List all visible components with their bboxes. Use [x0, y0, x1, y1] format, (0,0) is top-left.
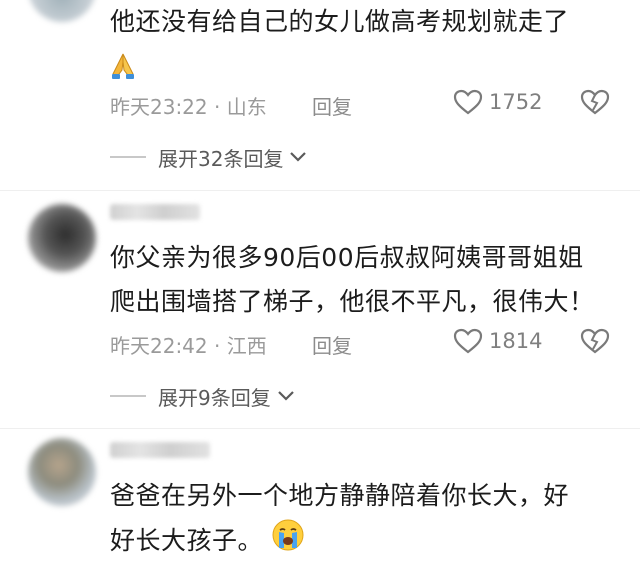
comment-text-line: 你父亲为很多90后00后叔叔阿姨哥哥姐姐	[110, 243, 584, 272]
divider	[0, 190, 640, 191]
dislike-button[interactable]	[580, 327, 610, 360]
comment-text-line-wrap: 好长大孩子。	[110, 518, 610, 566]
comment-text-line: 爬出围墙搭了梯子，他很不平凡，很伟大！	[110, 287, 595, 316]
like-button[interactable]: 1814	[453, 328, 542, 354]
heart-icon	[453, 89, 483, 115]
dislike-button[interactable]	[580, 88, 610, 121]
reply-button[interactable]: 回复	[312, 330, 352, 359]
expand-divider	[110, 395, 146, 397]
heart-icon	[453, 328, 483, 354]
username[interactable]	[110, 442, 210, 458]
avatar[interactable]	[28, 0, 96, 22]
comment-time-location: 昨天23:22 · 山东	[110, 95, 267, 119]
like-button[interactable]: 1752	[453, 89, 542, 115]
comment-item: 爸爸在另外一个地方静静陪着你长大，好 好长大孩子。	[0, 432, 640, 561]
avatar[interactable]	[28, 204, 96, 272]
broken-heart-icon	[580, 328, 610, 354]
reply-button[interactable]: 回复	[312, 91, 352, 120]
expand-replies-label: 展开9条回复	[158, 385, 271, 410]
comment-time-location: 昨天22:42 · 江西	[110, 334, 267, 358]
comment-text: 他还没有给自己的女儿做高考规划就走了	[110, 0, 610, 88]
comment-meta: 昨天23:22 · 山东 回复 1752	[110, 88, 620, 121]
expand-divider	[110, 156, 146, 158]
comment-meta: 昨天22:42 · 江西 回复 1814	[110, 327, 620, 360]
like-count: 1752	[489, 90, 543, 114]
comment-text: 爸爸在另外一个地方静静陪着你长大，好 好长大孩子。	[110, 474, 610, 566]
chevron-down-icon	[277, 391, 294, 401]
broken-heart-icon	[580, 89, 610, 115]
comment-text-line: 爸爸在另外一个地方静静陪着你长大，好	[110, 481, 570, 510]
comment-text-line: 他还没有给自己的女儿做高考规划就走了	[110, 7, 570, 36]
expand-replies-button[interactable]: 展开32条回复	[110, 143, 307, 171]
comment-item: 你父亲为很多90后00后叔叔阿姨哥哥姐姐 爬出围墙搭了梯子，他很不平凡，很伟大！…	[0, 196, 640, 421]
comment-text: 你父亲为很多90后00后叔叔阿姨哥哥姐姐 爬出围墙搭了梯子，他很不平凡，很伟大！	[110, 236, 610, 324]
avatar[interactable]	[28, 438, 96, 506]
crying-face-icon	[271, 518, 305, 566]
comment-item: 他还没有给自己的女儿做高考规划就走了 昨天23:22 · 山东 回复 1752	[0, 0, 640, 185]
like-count: 1814	[489, 329, 543, 353]
comment-text-line: 好长大孩子。	[110, 526, 264, 555]
username[interactable]	[110, 204, 200, 220]
expand-replies-button[interactable]: 展开9条回复	[110, 382, 295, 410]
expand-replies-label: 展开32条回复	[158, 146, 284, 171]
chevron-down-icon	[290, 152, 307, 162]
divider	[0, 428, 640, 429]
folded-hands-icon	[110, 44, 610, 88]
